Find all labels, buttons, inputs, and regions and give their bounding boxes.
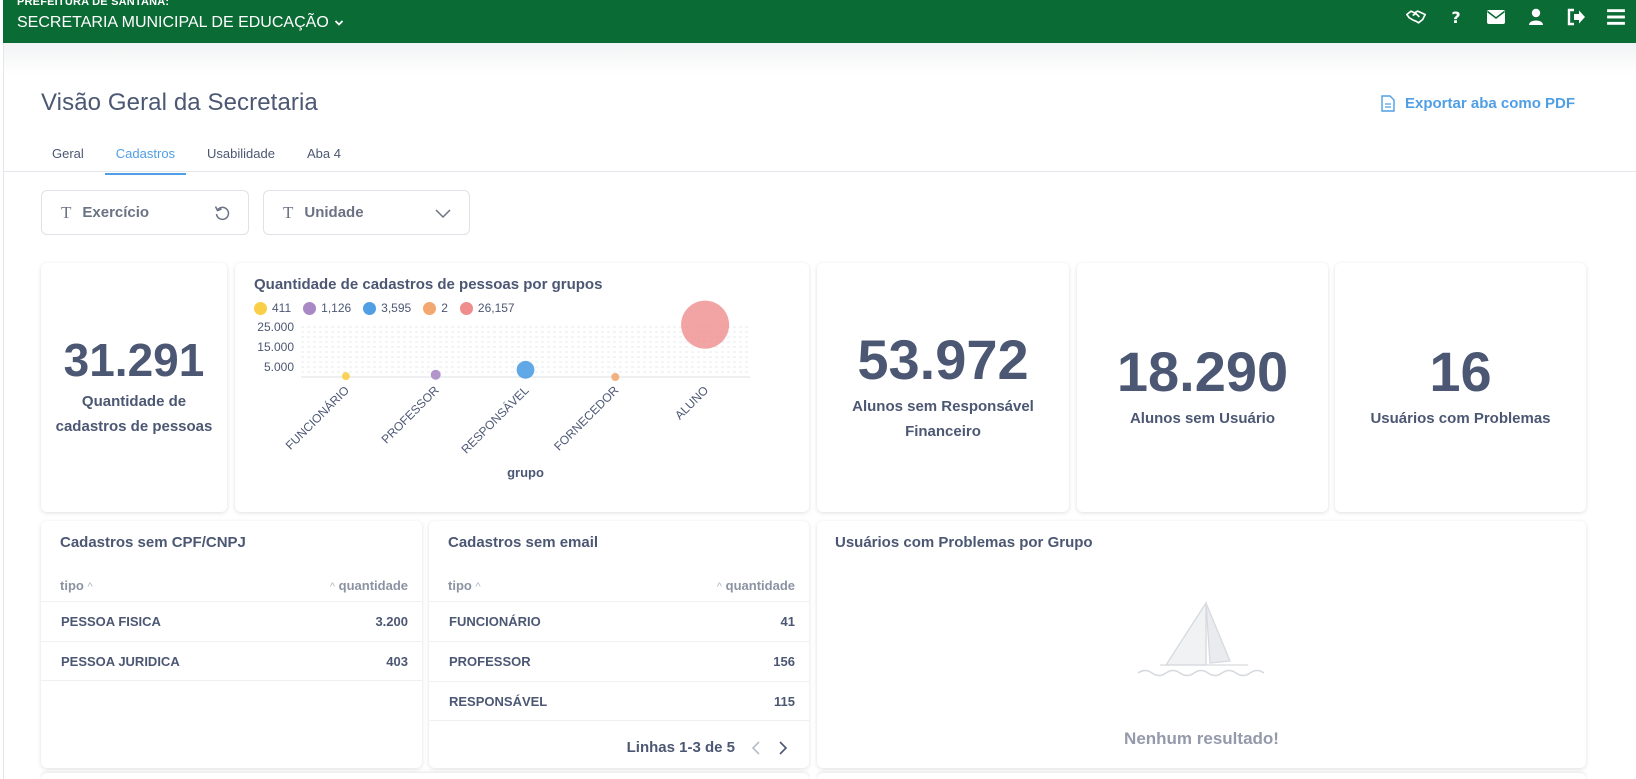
- bubble-point: [516, 360, 535, 379]
- filter-exercicio[interactable]: T Exercício: [41, 190, 249, 235]
- table-header: tipo ^ ^ quantidade: [60, 578, 408, 593]
- table-card-cpf: Cadastros sem CPF/CNPJ tipo ^ ^ quantida…: [41, 521, 422, 768]
- empty-message: Nenhum resultado!: [1124, 729, 1279, 748]
- org-name: PREFEITURA DE SANTANA:: [17, 0, 170, 8]
- top-bar: PREFEITURA DE SANTANA: SECRETARIA MUNICI…: [3, 0, 1636, 43]
- x-tick-label: FUNCIONÁRIO: [282, 383, 352, 453]
- problems-by-group-card: Usuários com Problemas por Grupo Nenhum …: [817, 521, 1586, 768]
- table-card-email: Cadastros sem email tipo ^ ^ quantidade …: [429, 521, 809, 768]
- kpi-card-problem-users: 16 Usuários com Problemas: [1335, 263, 1586, 512]
- sort-caret-icon: ^: [329, 581, 336, 593]
- table-row[interactable]: PESSOA JURIDICA 403: [41, 641, 422, 681]
- kpi-card-no-guardian: 53.972 Alunos sem Responsável Financeiro: [817, 263, 1069, 512]
- next-row-card: [41, 773, 809, 779]
- sort-caret-icon: ^: [475, 581, 481, 593]
- kpi-card-people: 31.291 Quantidade de cadastros de pessoa…: [41, 263, 227, 512]
- column-header-label: tipo: [60, 578, 84, 593]
- mail-icon[interactable]: [1476, 0, 1516, 34]
- bubble-point: [430, 369, 441, 380]
- column-header-label: tipo: [448, 578, 472, 593]
- table-header: tipo ^ ^ quantidade: [448, 578, 795, 593]
- cell-tipo: PROFESSOR: [449, 654, 531, 669]
- cell-quantidade: 3.200: [375, 614, 408, 629]
- help-icon[interactable]: ?: [1436, 0, 1476, 34]
- bubble-chart: 5.000 15.000 25.000 FUNCIONÁRIO PROFESSOR RES…: [257, 300, 750, 480]
- y-tick-label: 25.000: [257, 320, 294, 334]
- cell-quantidade: 41: [780, 614, 795, 629]
- column-header-quantidade[interactable]: ^ quantidade: [330, 578, 408, 593]
- x-tick-label: RESPONSÁVEL: [458, 382, 532, 456]
- cell-tipo: PESSOA JURIDICA: [61, 653, 180, 669]
- pagination-label: Linhas 1-3 de 5: [626, 739, 735, 756]
- column-header-label: quantidade: [338, 578, 408, 593]
- cell-tipo: RESPONSÁVEL: [449, 693, 548, 709]
- filter-unidade-label: Unidade: [304, 204, 364, 221]
- chart-card: Quantidade de cadastros de pessoas por g…: [235, 263, 809, 512]
- empty-state: Nenhum resultado!: [817, 601, 1586, 749]
- chevron-down-icon: [435, 209, 451, 219]
- kpi-value: 53.972: [857, 327, 1029, 391]
- kpi-card-no-user: 18.290 Alunos sem Usuário: [1077, 263, 1328, 512]
- bubble-point: [341, 372, 350, 381]
- x-tick-label: FORNECEDOR: [551, 383, 621, 453]
- reset-icon[interactable]: [213, 204, 231, 222]
- kpi-label: Alunos sem Responsável Financeiro: [852, 397, 1034, 440]
- cell-quantidade: 156: [773, 654, 795, 669]
- logout-icon[interactable]: [1556, 0, 1596, 34]
- table-row[interactable]: PROFESSOR 156: [429, 641, 809, 681]
- next-row-card: [817, 773, 1586, 779]
- y-tick-label: 5.000: [264, 360, 294, 374]
- kpi-value: 18.290: [1116, 340, 1289, 403]
- kpi-label: Quantidade de cadastros de pessoas: [55, 392, 213, 435]
- header-shadow: [3, 43, 1636, 75]
- text-type-icon: T: [61, 202, 72, 222]
- sailboat-icon: [1137, 601, 1264, 677]
- sort-caret-icon: ^: [87, 581, 93, 593]
- department-selector[interactable]: SECRETARIA MUNICIPAL DE EDUCAÇÃO: [17, 14, 344, 32]
- column-header-tipo[interactable]: tipo ^: [60, 578, 93, 593]
- kpi-value: 31.291: [63, 333, 205, 386]
- export-label: Exportar aba como PDF: [1405, 95, 1576, 112]
- svg-text:?: ?: [1451, 8, 1460, 26]
- filter-unidade[interactable]: T Unidade: [263, 190, 470, 235]
- kpi-value: 16: [1429, 340, 1492, 403]
- page-title: Visão Geral da Secretaria: [41, 89, 318, 116]
- department-name: SECRETARIA MUNICIPAL DE EDUCAÇÃO: [17, 14, 329, 31]
- text-type-icon: T: [283, 202, 294, 222]
- bubble-point: [611, 372, 620, 381]
- left-border: [3, 43, 4, 779]
- next-page-icon[interactable]: [777, 740, 789, 756]
- bubble-point: [681, 300, 730, 349]
- table-row[interactable]: FUNCIONÁRIO 41: [429, 601, 809, 641]
- handshake-icon[interactable]: [1396, 0, 1436, 34]
- table-row[interactable]: RESPONSÁVEL 115: [429, 681, 809, 721]
- column-header-quantidade[interactable]: ^ quantidade: [717, 578, 795, 593]
- x-axis-label: grupo: [507, 465, 544, 480]
- table-title: Cadastros sem email: [448, 534, 599, 551]
- sort-caret-icon: ^: [716, 581, 723, 593]
- tabs-divider: [3, 171, 1636, 172]
- user-icon[interactable]: [1516, 0, 1556, 34]
- chevron-down-icon: [334, 20, 343, 26]
- cell-tipo: FUNCIONÁRIO: [449, 614, 541, 629]
- kpi-label: Alunos sem Usuário: [1129, 410, 1276, 427]
- cell-tipo: PESSOA FISICA: [61, 614, 161, 629]
- x-tick-label: ALUNO: [672, 383, 711, 422]
- export-pdf-button[interactable]: Exportar aba como PDF: [1380, 95, 1575, 112]
- cell-quantidade: 115: [774, 693, 795, 709]
- cell-quantidade: 403: [386, 653, 408, 669]
- card-title: Usuários com Problemas por Grupo: [835, 534, 1093, 551]
- y-tick-label: 15.000: [257, 340, 294, 354]
- column-header-label: quantidade: [725, 578, 795, 593]
- menu-icon[interactable]: [1596, 0, 1636, 34]
- kpi-label: Usuários com Problemas: [1370, 410, 1551, 427]
- table-title: Cadastros sem CPF/CNPJ: [60, 534, 246, 551]
- x-tick-label: PROFESSOR: [379, 383, 442, 446]
- previous-page-icon[interactable]: [750, 740, 762, 756]
- table-row[interactable]: PESSOA FISICA 3.200: [41, 601, 422, 641]
- filter-exercicio-label: Exercício: [82, 204, 150, 221]
- column-header-tipo[interactable]: tipo ^: [448, 578, 481, 593]
- document-icon: [1381, 95, 1395, 112]
- pagination: Linhas 1-3 de 5: [627, 739, 789, 756]
